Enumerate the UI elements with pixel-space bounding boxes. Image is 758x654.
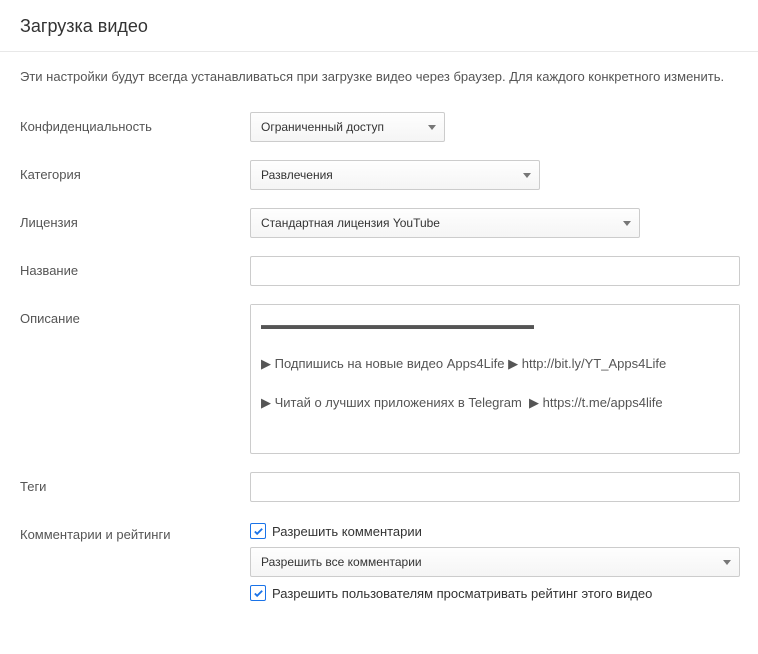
allow-comments-checkbox[interactable]: [250, 523, 266, 539]
row-privacy: Конфиденциальность Ограниченный доступ: [20, 112, 738, 142]
row-tags: Теги: [20, 472, 738, 502]
description-wrap: [250, 304, 740, 454]
comments-mode-dropdown[interactable]: Разрешить все комментарии: [250, 547, 740, 577]
allow-rating-line: Разрешить пользователям просматривать ре…: [250, 585, 740, 601]
allow-rating-label: Разрешить пользователям просматривать ре…: [272, 586, 652, 601]
caret-down-icon: [623, 221, 631, 226]
comments-mode-value: Разрешить все комментарии: [261, 555, 422, 569]
row-license: Лицензия Стандартная лицензия YouTube: [20, 208, 738, 238]
license-dropdown-value: Стандартная лицензия YouTube: [261, 216, 440, 230]
title-input[interactable]: [250, 256, 740, 286]
caret-down-icon: [428, 125, 436, 130]
tags-input[interactable]: [250, 472, 740, 502]
allow-rating-checkbox[interactable]: [250, 585, 266, 601]
caret-down-icon: [523, 173, 531, 178]
intro-text: Эти настройки будут всегда устанавливать…: [0, 52, 758, 102]
category-dropdown-value: Развлечения: [261, 168, 333, 182]
privacy-dropdown[interactable]: Ограниченный доступ: [250, 112, 445, 142]
label-title: Название: [20, 256, 250, 278]
row-category: Категория Развлечения: [20, 160, 738, 190]
upload-defaults-form: Конфиденциальность Ограниченный доступ К…: [0, 102, 758, 647]
page-header: Загрузка видео: [0, 0, 758, 52]
label-comments: Комментарии и рейтинги: [20, 520, 250, 542]
page-title: Загрузка видео: [20, 16, 738, 37]
label-license: Лицензия: [20, 208, 250, 230]
label-privacy: Конфиденциальность: [20, 112, 250, 134]
row-comments: Комментарии и рейтинги Разрешить коммент…: [20, 520, 738, 609]
row-description: Описание: [20, 304, 738, 454]
label-tags: Теги: [20, 472, 250, 494]
description-textarea[interactable]: [251, 305, 739, 450]
row-title: Название: [20, 256, 738, 286]
check-icon: [253, 588, 264, 599]
label-category: Категория: [20, 160, 250, 182]
caret-down-icon: [723, 560, 731, 565]
allow-comments-line: Разрешить комментарии: [250, 523, 740, 539]
license-dropdown[interactable]: Стандартная лицензия YouTube: [250, 208, 640, 238]
check-icon: [253, 526, 264, 537]
label-description: Описание: [20, 304, 250, 326]
privacy-dropdown-value: Ограниченный доступ: [261, 120, 384, 134]
category-dropdown[interactable]: Развлечения: [250, 160, 540, 190]
allow-comments-label: Разрешить комментарии: [272, 524, 422, 539]
